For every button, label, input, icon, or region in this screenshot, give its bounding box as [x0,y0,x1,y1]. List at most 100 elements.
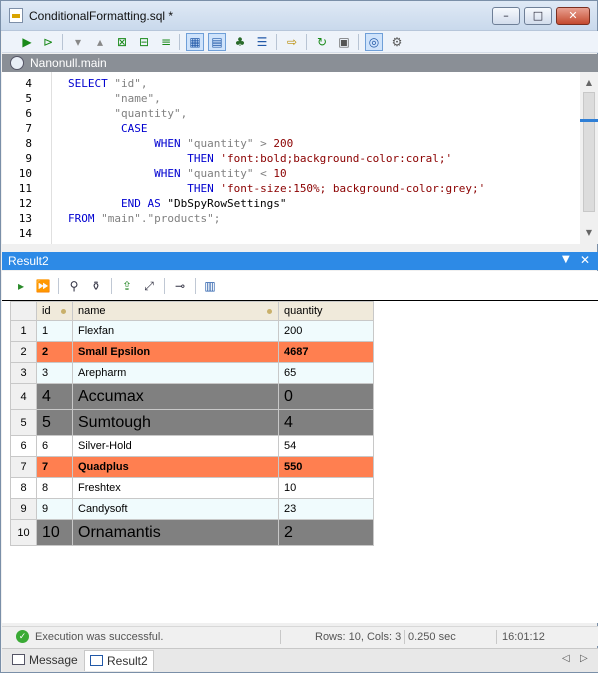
id-cell[interactable]: 6 [36,435,73,457]
close-icon[interactable]: ✕ [580,253,590,267]
name-cell[interactable]: Candysoft [72,498,279,520]
text-view-icon[interactable]: ▤ [208,33,226,51]
table-row[interactable]: 10 10 Ornamantis 2 [10,519,374,546]
name-cell[interactable]: Quadplus [72,456,279,478]
execute-debug-icon[interactable]: ⊳ [39,33,57,51]
scroll-up-icon[interactable]: ▲ [584,78,594,88]
refresh-icon[interactable]: ↻ [313,33,331,51]
column-header-id[interactable]: id [36,301,73,321]
tree-view-icon[interactable]: ♣ [231,33,249,51]
name-cell[interactable]: Ornamantis [72,519,279,546]
quantity-cell[interactable]: 54 [278,435,374,457]
id-cell[interactable]: 9 [36,498,73,520]
chart-icon[interactable]: ▥ [201,277,219,295]
export-icon[interactable]: ⇨ [283,33,301,51]
row-number-cell[interactable]: 10 [10,519,37,546]
dropdown-icon[interactable]: ▼ [562,254,570,265]
toolbar-separator [62,34,63,50]
scroll-thumb[interactable] [583,92,595,212]
fold-icon[interactable]: ≡ [157,33,175,51]
table-row[interactable]: 6 6 Silver-Hold 54 [10,435,374,457]
maximize-result-icon[interactable]: ⤢ [140,277,158,295]
title-bar: ConditionalFormatting.sql * – □ ✕ [1,1,597,31]
maximize-button[interactable]: □ [524,7,552,25]
sort-indicator-icon[interactable] [267,309,272,314]
code-token: "id" [114,77,141,90]
grid-view-icon[interactable]: ▦ [186,33,204,51]
execute-icon[interactable]: ▶ [18,33,36,51]
collapse-icon[interactable]: ▾ [69,33,87,51]
quantity-cell[interactable]: 23 [278,498,374,520]
row-number-cell[interactable]: 8 [10,477,37,499]
quantity-cell[interactable]: 65 [278,362,374,384]
table-row[interactable]: 2 2 Small Epsilon 4687 [10,341,374,363]
quantity-cell[interactable]: 200 [278,320,374,342]
row-number-cell[interactable]: 9 [10,498,37,520]
id-cell[interactable]: 10 [36,519,73,546]
name-cell[interactable]: Arepharm [72,362,279,384]
name-cell[interactable]: Small Epsilon [72,341,279,363]
name-cell[interactable]: Silver-Hold [72,435,279,457]
quantity-cell[interactable]: 4687 [278,341,374,363]
table-row[interactable]: 7 7 Quadplus 550 [10,456,374,478]
row-number-cell[interactable]: 7 [10,456,37,478]
column-header-quantity[interactable]: quantity [278,301,374,321]
table-row[interactable]: 3 3 Arepharm 65 [10,362,374,384]
table-row[interactable]: 4 4 Accumax 0 [10,383,374,410]
id-cell[interactable]: 2 [36,341,73,363]
column-header-name[interactable]: name [72,301,279,321]
database-icon [10,56,24,70]
sort-indicator-icon[interactable] [61,309,66,314]
expand-icon[interactable]: ▴ [91,33,109,51]
status-separator [404,630,405,644]
id-cell[interactable]: 8 [36,477,73,499]
scroll-down-icon[interactable]: ▼ [584,228,594,238]
quantity-cell[interactable]: 0 [278,383,374,410]
tab-message[interactable]: Message [12,650,78,671]
quantity-cell[interactable]: 2 [278,519,374,546]
name-cell[interactable]: Sumtough [72,409,279,436]
table-row[interactable]: 8 8 Freshtex 10 [10,477,374,499]
filter-icon[interactable]: ⚱ [87,277,105,295]
row-number-cell[interactable]: 5 [10,409,37,436]
row-number-cell[interactable]: 2 [10,341,37,363]
table-row[interactable]: 1 1 Flexfan 200 [10,320,374,342]
table-row[interactable]: 5 5 Sumtough 4 [10,409,374,436]
export-result-icon[interactable]: ⇪ [118,277,136,295]
quantity-cell[interactable]: 550 [278,456,374,478]
quantity-cell[interactable]: 4 [278,409,374,436]
name-cell[interactable]: Accumax [72,383,279,410]
row-number-cell[interactable]: 3 [10,362,37,384]
table-row[interactable]: 9 9 Candysoft 23 [10,498,374,520]
name-cell[interactable]: Flexfan [72,320,279,342]
name-cell[interactable]: Freshtex [72,477,279,499]
tab-scroll-right-icon[interactable]: ▷ [580,653,588,664]
id-cell[interactable]: 3 [36,362,73,384]
id-cell[interactable]: 4 [36,383,73,410]
tab-result2[interactable]: Result2 [84,650,154,671]
sql-code-area[interactable]: SELECT "id", "name", "quantity", CASE WH… [68,72,573,244]
editor-scrollbar[interactable]: ▲ ▼ [580,72,598,244]
layout-icon[interactable]: ☰ [253,33,271,51]
properties-icon[interactable]: ▣ [335,33,353,51]
row-number-cell[interactable]: 4 [10,383,37,410]
id-cell[interactable]: 1 [36,320,73,342]
sql-editor[interactable]: 4 5 6 7 8 9 10 11 12 13 14 SELECT "id", "name", "q… [2,72,598,244]
id-cell[interactable]: 5 [36,409,73,436]
row-number-cell[interactable]: 1 [10,320,37,342]
pin-icon[interactable]: ⊸ [171,277,189,295]
id-cell[interactable]: 7 [36,456,73,478]
collapse-all-icon[interactable]: ⊠ [113,33,131,51]
close-button[interactable]: ✕ [556,7,590,25]
find-icon[interactable]: ⚲ [65,277,83,295]
expand-all-icon[interactable]: ⊟ [135,33,153,51]
gauge-icon[interactable]: ◎ [365,33,383,51]
tab-scroll-left-icon[interactable]: ◁ [562,653,570,664]
minimize-button[interactable]: – [492,7,520,25]
next-result-icon[interactable]: ▸ [12,277,30,295]
code-token: , [154,92,161,105]
last-result-icon[interactable]: ⏩ [34,277,52,295]
row-number-cell[interactable]: 6 [10,435,37,457]
quantity-cell[interactable]: 10 [278,477,374,499]
schema-icon[interactable]: ⚙ [388,33,406,51]
